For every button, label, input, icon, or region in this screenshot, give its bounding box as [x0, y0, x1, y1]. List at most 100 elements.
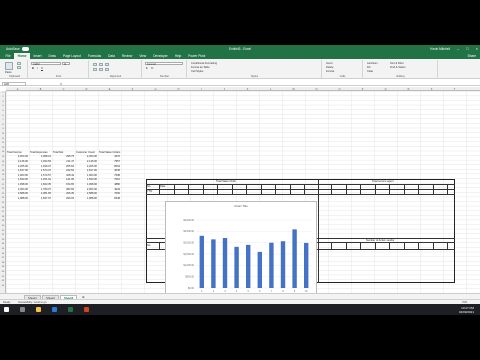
table-cell[interactable]: 1,934.53 [30, 160, 51, 163]
edge-icon[interactable] [52, 307, 57, 312]
table-cell[interactable]: 4476 [99, 155, 120, 158]
windows-start-icon[interactable] [4, 307, 9, 312]
table-cell[interactable]: 2,064.00 [7, 188, 28, 191]
table-cell[interactable]: 1,817.00 [76, 169, 97, 172]
close-icon[interactable]: × [476, 46, 478, 51]
table-cell[interactable]: 1,843.35 [30, 183, 51, 186]
table-cell[interactable]: 206.35 [53, 192, 74, 195]
chart-bar[interactable] [245, 244, 251, 288]
table-cell[interactable]: 7606 [99, 192, 120, 195]
table-cell[interactable]: 2,304.00 [7, 155, 28, 158]
table-cell[interactable]: 4645 [99, 169, 120, 172]
fill-button[interactable]: Fill [367, 66, 370, 69]
table-cell[interactable]: 1,780.07 [30, 188, 51, 191]
align-bottom-icon[interactable] [105, 63, 109, 66]
user-name[interactable]: Kevin Mitchell [430, 47, 450, 51]
table-cell[interactable]: 242.63 [53, 169, 74, 172]
chart-bar[interactable] [234, 246, 239, 288]
table-cell[interactable]: 211.47 [53, 160, 74, 163]
cut-icon[interactable] [17, 62, 21, 65]
table-cell[interactable]: 1,574.57 [30, 174, 51, 177]
table-cell[interactable]: 2,064.00 [76, 188, 97, 191]
paste-button[interactable]: Paste [5, 71, 12, 74]
powerpoint-icon[interactable] [84, 307, 89, 312]
number-format-select[interactable]: General [145, 62, 183, 66]
excel-taskbar-icon[interactable] [68, 307, 73, 312]
chart-bar[interactable] [257, 251, 263, 288]
chart-bar[interactable] [199, 235, 205, 288]
table-cell[interactable]: 1,697.97 [30, 197, 51, 200]
maximize-icon[interactable]: □ [466, 46, 468, 51]
table-cell[interactable]: 2,304.00 [76, 155, 97, 158]
chart-bar[interactable] [303, 242, 309, 288]
table-cell[interactable]: 1,998.00 [76, 183, 97, 186]
table-cell[interactable]: 8604 [99, 165, 120, 168]
table-cell[interactable]: 265.63 [53, 165, 74, 168]
search-icon[interactable] [20, 307, 25, 312]
italic-icon[interactable]: I [37, 67, 38, 70]
insert-cells-button[interactable]: Insert [326, 62, 333, 65]
table-cell[interactable]: 1,593.00 [76, 178, 97, 181]
bar-chart[interactable]: Chart Title $3,000.00 $2,500.00 $2,000.00 $… [165, 201, 317, 304]
bold-icon[interactable]: B [32, 67, 34, 70]
format-as-table-button[interactable]: Format as Table [191, 66, 210, 69]
table-cell[interactable]: 141.09 [53, 178, 74, 181]
table-cell[interactable]: 2,588.00 [76, 192, 97, 195]
percent-icon[interactable]: % [151, 67, 153, 70]
share-button[interactable]: Share [467, 54, 476, 58]
table-cell[interactable]: 1,988.00 [7, 197, 28, 200]
table-cell[interactable]: 2,146.00 [7, 160, 28, 163]
chart-bar[interactable] [269, 242, 274, 288]
clear-button[interactable]: Clear [367, 70, 373, 73]
table-cell[interactable]: 2,205.00 [7, 165, 28, 168]
conditional-formatting-button[interactable]: Conditional Formatting [191, 62, 221, 65]
format-cells-button[interactable]: Format [326, 70, 334, 73]
table-cell[interactable]: 4880 [99, 183, 120, 186]
align-right-icon[interactable] [105, 68, 109, 71]
chart-bar[interactable] [211, 239, 216, 288]
table-cell[interactable]: 2,205.00 [76, 165, 97, 168]
delete-cells-button[interactable]: Delete [326, 66, 334, 69]
font-name-select[interactable]: Calibri [31, 62, 61, 66]
table-cell[interactable]: 1,939.37 [30, 165, 51, 168]
chart-bar[interactable] [292, 229, 297, 288]
table-cell[interactable]: 7638 [99, 174, 120, 177]
align-left-icon[interactable] [93, 68, 97, 71]
paste-icon[interactable] [5, 62, 13, 70]
find-select-button[interactable]: Find & Select [390, 66, 405, 69]
table-cell[interactable]: 154.65 [53, 183, 74, 186]
table-cell[interactable]: 1,903.00 [76, 174, 97, 177]
table-cell[interactable]: 1,817.00 [7, 169, 28, 172]
cell-styles-button[interactable]: Cell Styles [191, 70, 203, 73]
align-center-icon[interactable] [99, 68, 103, 71]
fx-icon[interactable]: fx [60, 82, 62, 86]
underline-icon[interactable]: U [41, 67, 43, 70]
table-cell[interactable]: 1,574.37 [30, 169, 51, 172]
currency-icon[interactable]: $ [146, 67, 147, 70]
table-cell[interactable]: 328.43 [53, 174, 74, 177]
copy-icon[interactable] [17, 66, 21, 69]
table-cell[interactable]: 2,588.00 [7, 192, 28, 195]
table-cell[interactable]: 1,988.00 [76, 197, 97, 200]
table-cell[interactable]: 2,146.00 [76, 160, 97, 163]
table-cell[interactable]: 2,381.65 [30, 192, 51, 195]
table-cell[interactable]: 335.79 [53, 155, 74, 158]
chart-bar[interactable] [222, 238, 228, 288]
chart-bar[interactable] [280, 241, 286, 288]
table-cell[interactable]: 8448 [99, 197, 120, 200]
table-cell[interactable]: 7616 [99, 178, 120, 181]
table-cell[interactable]: 4943 [99, 188, 120, 191]
minimize-icon[interactable]: – [457, 46, 459, 51]
align-middle-icon[interactable] [99, 63, 103, 66]
table-cell[interactable]: 290.03 [53, 197, 74, 200]
table-cell[interactable]: 7957 [99, 160, 120, 163]
name-box[interactable]: G36 [2, 81, 26, 86]
sort-filter-button[interactable]: Sort & Filter [390, 62, 404, 65]
file-explorer-icon[interactable] [36, 307, 41, 312]
table-cell[interactable]: 1,998.00 [7, 183, 28, 186]
autosum-button[interactable]: AutoSum [367, 62, 378, 65]
font-size-select[interactable]: 11 [62, 62, 70, 66]
table-cell[interactable]: 283.93 [53, 188, 74, 191]
align-top-icon[interactable] [93, 63, 97, 66]
table-cell[interactable]: 1,903.00 [7, 174, 28, 177]
